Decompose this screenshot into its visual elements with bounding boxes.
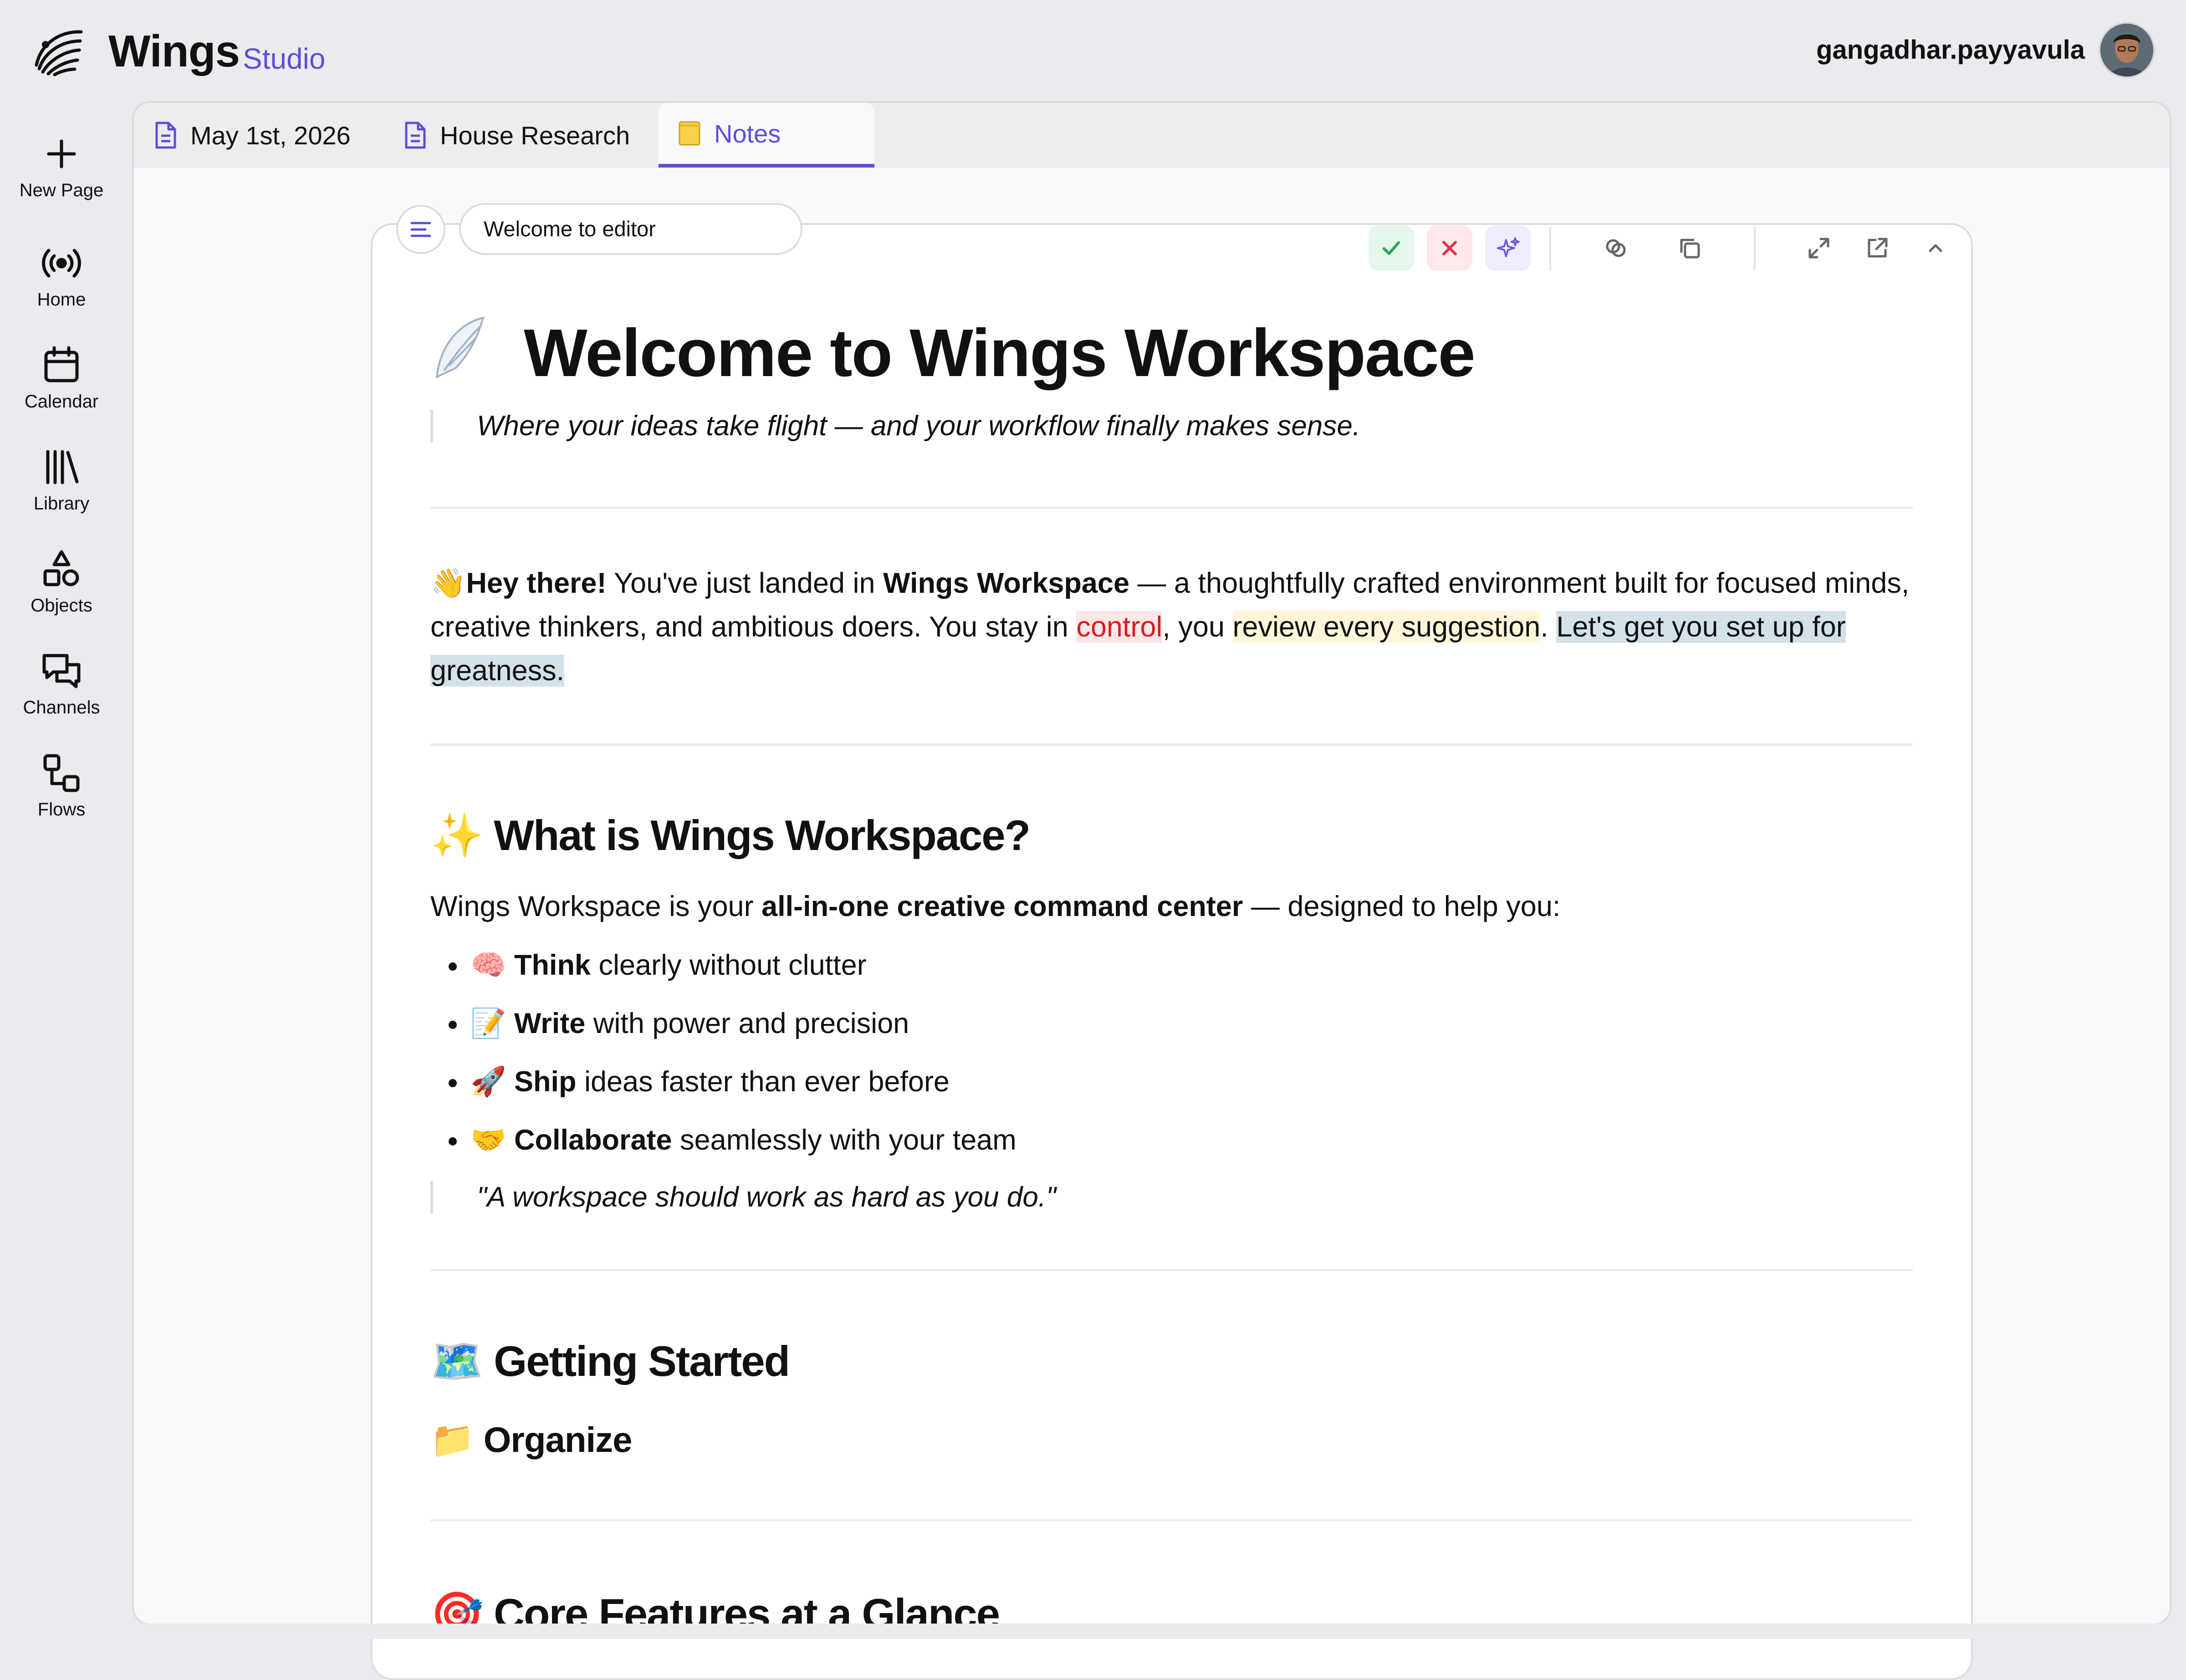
page-bottom-edge [132,1624,2171,1639]
divider [430,1519,1913,1522]
sidebar-item-label: Library [33,494,90,514]
doc-title[interactable]: Welcome to Wings Workspace [430,313,1476,392]
suggestion-deleted-text[interactable]: control [1076,611,1163,643]
link-icon [1606,239,1626,257]
sidebar-item-calendar[interactable]: Calendar [0,342,123,412]
notepad-emoji [679,121,700,146]
sidebar-item-flows[interactable]: Flows [0,750,123,820]
divider [430,743,1913,746]
divider [430,507,1913,509]
sidebar-item-label: Home [37,290,86,310]
editor-title-input[interactable]: Welcome to editor [459,203,802,255]
list-item[interactable]: 🚀 Ship ideas faster than ever before [430,1058,1016,1116]
lead-text: — designed to help you: [1243,891,1561,922]
sidebar-item-label: Channels [23,697,100,718]
calendar-icon [44,346,79,382]
sidebar-item-library[interactable]: Library [0,444,123,514]
open-external-icon [1868,238,1888,258]
ai-assist-button[interactable] [1485,225,1531,271]
feature-bullet-list: 🧠 Think clearly without clutter 📝 Write … [430,942,1016,1175]
intro-paragraph[interactable]: 👋Hey there! You've just landed in Wings … [430,561,1913,692]
intro-text: . [1540,611,1557,643]
open-external-button[interactable] [1854,225,1900,271]
wings-logo-icon[interactable] [27,22,87,81]
tab-label: May 1st, 2026 [190,121,351,150]
sidebar-item-channels[interactable]: Channels [0,648,123,718]
expand-button[interactable] [1796,225,1842,271]
sidebar-item-home[interactable]: Home [0,240,123,310]
brain-emoji: 🧠 [470,949,506,981]
section-heading-getting-started[interactable]: 🗺️ Getting Started [430,1336,790,1386]
list-item[interactable]: 🤝 Collaborate seamlessly with your team [430,1116,1016,1175]
sidebar-item-new-page[interactable]: New Page [0,131,123,201]
rocket-emoji: 🚀 [470,1066,506,1098]
toolbar-divider [1549,227,1551,270]
reject-button[interactable] [1427,225,1472,271]
library-icon [46,450,79,484]
toolbar-divider [1754,227,1756,270]
tab-house-research[interactable]: House Research [403,103,630,168]
tab-may-1st[interactable]: May 1st, 2026 [153,103,351,168]
sidebar-item-label: Objects [31,596,92,616]
intro-bold-product: Wings Workspace [883,567,1129,599]
section-heading-what-is[interactable]: ✨ What is Wings Workspace? [430,810,1031,860]
tagline-quote: Where your ideas take flight — and your … [430,410,1360,442]
tab-label: House Research [440,121,630,150]
section-quote: "A workspace should work as hard as you … [430,1181,1056,1213]
map-emoji: 🗺️ [430,1337,484,1385]
outline-toggle-button[interactable] [396,205,445,254]
intro-text: , you [1162,611,1233,643]
accept-button[interactable] [1369,225,1414,271]
tab-notes[interactable]: Notes [659,103,874,168]
handshake-emoji: 🤝 [470,1124,506,1156]
chat-icon [42,654,81,688]
waving-hand-emoji: 👋 [430,567,466,599]
collapse-button[interactable] [1913,225,1958,271]
broadcast-icon [42,249,81,278]
folder-emoji: 📁 [430,1420,475,1460]
app-header: Wings Studio gangadhar.payyavula [0,0,2186,100]
link-button[interactable] [1593,225,1639,271]
copy-icon [1680,239,1700,259]
wing-icon [430,313,488,392]
reject-icon [1442,241,1457,255]
shapes-icon [43,550,79,586]
sidebar-item-label: Flows [37,799,86,820]
ai-sparkle-icon [1497,237,1520,257]
sidebar-item-objects[interactable]: Objects [0,546,123,616]
expand-icon [1808,238,1829,259]
intro-bold-greeting: Hey there! [466,567,607,599]
suggestion-highlight-text[interactable]: review every suggestion [1232,611,1541,643]
plus-icon [47,139,76,168]
copy-button[interactable] [1667,225,1712,271]
app-subtitle: Studio [243,42,326,75]
list-item[interactable]: 🧠 Think clearly without clutter [430,942,1016,1000]
user-name[interactable]: gangadhar.payyavula [1816,35,2085,65]
menu-lines-icon [410,222,431,237]
accept-icon [1383,241,1400,255]
memo-emoji: 📝 [470,1008,506,1039]
sparkles-emoji: ✨ [430,811,484,859]
lead-text: Wings Workspace is your [430,891,762,922]
subheading-organize[interactable]: 📁 Organize [430,1419,633,1461]
document-icon [405,122,426,149]
sidebar-item-label: Calendar [24,392,99,412]
lead-bold: all-in-one creative command center [761,891,1243,922]
tab-bar: May 1st, 2026 House Research Notes [134,103,2170,168]
list-item[interactable]: 📝 Write with power and precision [430,1000,1016,1058]
avatar[interactable] [2099,22,2155,78]
intro-text: You've just landed in [606,567,884,599]
tab-label: Notes [714,119,781,148]
flow-icon [43,754,80,792]
divider [430,1269,1913,1271]
section-lead-paragraph[interactable]: Wings Workspace is your all-in-one creat… [430,885,1913,928]
app-title: Wings [108,26,240,76]
collapse-icon [1929,244,1942,252]
document-icon [155,122,176,149]
sidebar-item-label: New Page [19,180,104,200]
